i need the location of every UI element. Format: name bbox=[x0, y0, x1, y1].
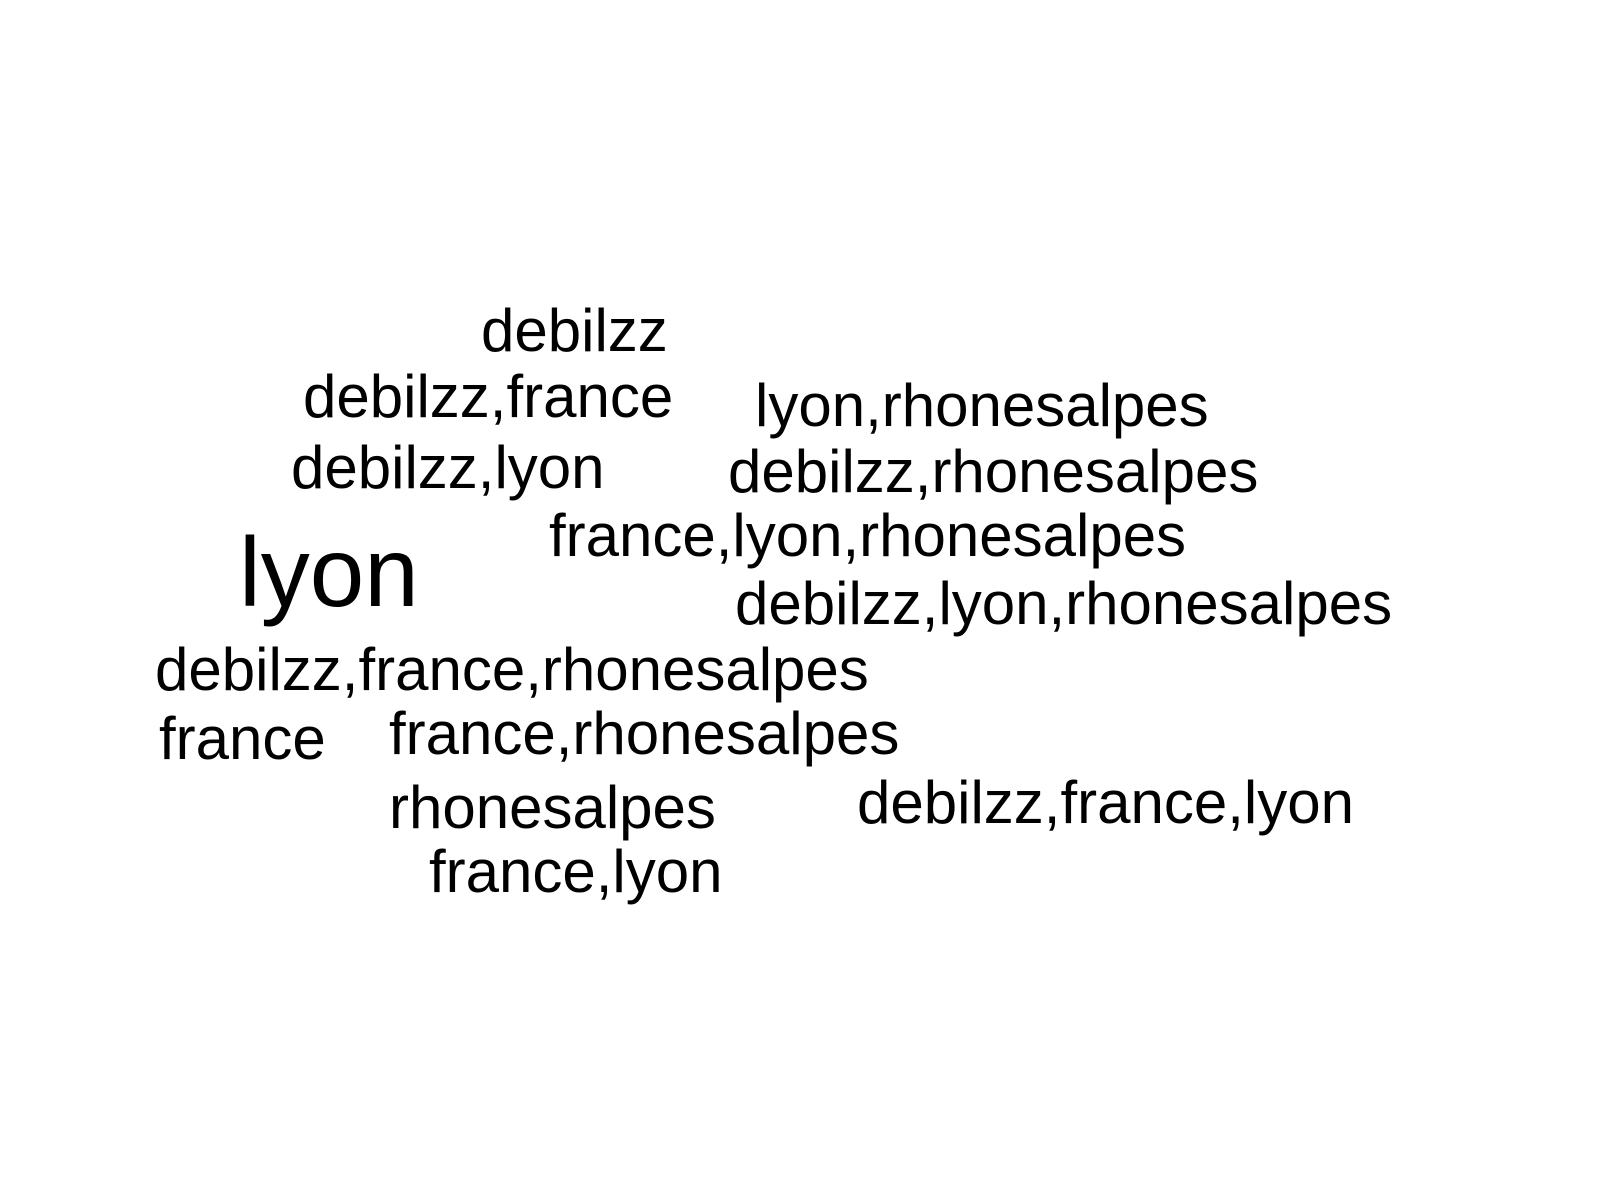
word-rhonesalpes: rhonesalpes bbox=[389, 774, 716, 841]
word-france-lyon: france,lyon bbox=[429, 838, 723, 905]
word-cloud: debilzz debilzz,france lyon,rhonesalpes … bbox=[0, 0, 1600, 1200]
word-france-rhonesalpes: france,rhonesalpes bbox=[389, 700, 900, 767]
word-lyon-rhonesalpes: lyon,rhonesalpes bbox=[755, 372, 1209, 439]
word-france-lyon-rhonesalpes: france,lyon,rhonesalpes bbox=[549, 502, 1187, 569]
word-debilzz-lyon-rhonesalpes: debilzz,lyon,rhonesalpes bbox=[735, 570, 1393, 637]
word-debilzz-france-rhonesalpes: debilzz,france,rhonesalpes bbox=[155, 636, 869, 703]
word-debilzz-lyon: debilzz,lyon bbox=[291, 434, 605, 501]
word-debilzz-france: debilzz,france bbox=[303, 363, 674, 430]
word-france: france bbox=[159, 705, 326, 772]
word-lyon: lyon bbox=[239, 517, 419, 627]
word-debilzz-rhonesalpes: debilzz,rhonesalpes bbox=[728, 438, 1259, 505]
word-debilzz: debilzz bbox=[481, 297, 668, 364]
word-debilzz-france-lyon: debilzz,france,lyon bbox=[857, 769, 1354, 836]
